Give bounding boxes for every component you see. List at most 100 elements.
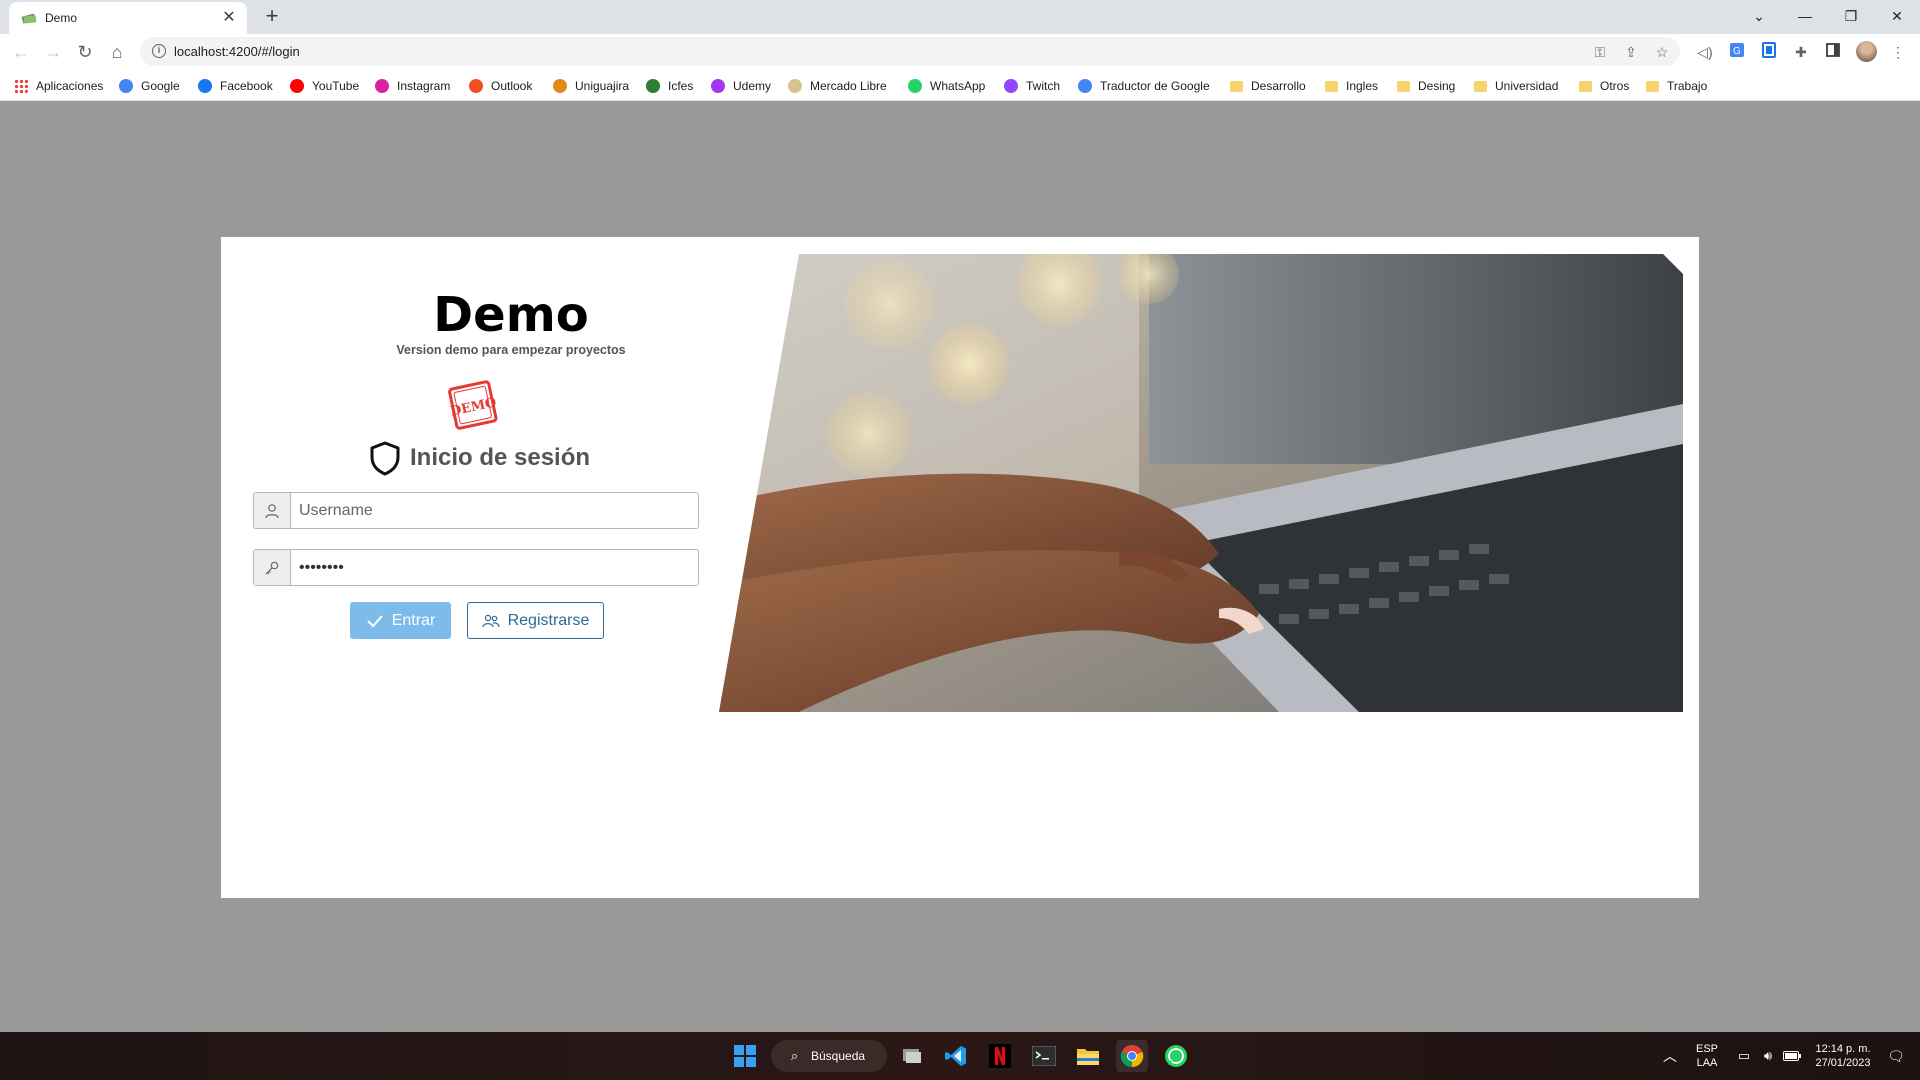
menu-kebab-icon[interactable]: ⋮ <box>1888 42 1908 62</box>
icfes-icon <box>646 79 660 93</box>
bookmark-youtube[interactable]: YouTube <box>290 77 359 95</box>
whatsapp-taskbar-icon[interactable] <box>1160 1040 1192 1072</box>
app-title: Demo <box>433 287 589 343</box>
demo-stamp-logo: DEMO <box>448 380 498 430</box>
shield-icon <box>370 441 400 476</box>
share-icon[interactable]: ⇪ <box>1621 42 1641 62</box>
tab-demo[interactable]: Demo ✕ <box>9 2 247 34</box>
restore-button[interactable]: ❐ <box>1836 4 1866 28</box>
register-button[interactable]: Registrarse <box>467 602 604 639</box>
tab-strip: Demo ✕ + ⌄ — ❐ ✕ <box>0 0 1920 34</box>
bookmark-mercado-libre[interactable]: Mercado Libre <box>788 77 887 95</box>
bookmark-twitch[interactable]: Twitch <box>1004 77 1060 95</box>
home-button[interactable]: ⌂ <box>104 39 130 65</box>
language-indicator[interactable]: ESP LAA <box>1692 1042 1722 1070</box>
login-heading: Inicio de sesión <box>368 440 590 476</box>
bookmark-udemy[interactable]: Udemy <box>711 77 771 95</box>
bookmark-desing[interactable]: Desing <box>1397 77 1455 95</box>
reader-extension-icon[interactable] <box>1759 42 1779 62</box>
bookmark-ingles[interactable]: Ingles <box>1325 77 1378 95</box>
tab-search-chevron-icon[interactable]: ⌄ <box>1744 4 1774 28</box>
site-info-icon[interactable]: i <box>152 44 166 58</box>
bookmark-facebook[interactable]: Facebook <box>198 77 273 95</box>
bookmark-label: Desing <box>1418 79 1456 93</box>
chrome-icon[interactable] <box>1116 1040 1148 1072</box>
bookmark-label: Icfes <box>668 79 694 93</box>
bookmark-otros[interactable]: Otros <box>1579 77 1629 95</box>
clock-date: 27/01/2023 <box>1815 1057 1871 1069</box>
close-window-button[interactable]: ✕ <box>1882 4 1912 28</box>
bookmark-label: Uniguajira <box>575 79 630 93</box>
folder-icon <box>1397 80 1410 92</box>
side-panel-icon[interactable] <box>1823 42 1843 62</box>
bookmark-label: Aplicaciones <box>36 79 104 93</box>
clock-time: 12:14 p. m. <box>1815 1043 1871 1055</box>
folder-icon <box>1325 80 1338 92</box>
new-tab-button[interactable]: + <box>260 5 284 29</box>
clock[interactable]: 12:14 p. m. 27/01/2023 <box>1808 1042 1878 1070</box>
bookmark-universidad[interactable]: Universidad <box>1474 77 1558 95</box>
profile-avatar[interactable] <box>1856 41 1877 62</box>
youtube-icon <box>290 79 304 93</box>
username-input-group <box>253 492 699 529</box>
read-aloud-icon[interactable]: ◁) <box>1695 42 1715 62</box>
bookmark-label: Trabajo <box>1667 79 1708 93</box>
url-text[interactable]: localhost:4200/#/login <box>174 44 300 59</box>
netflix-icon[interactable] <box>984 1040 1016 1072</box>
bookmark-desarrollo[interactable]: Desarrollo <box>1230 77 1306 95</box>
reload-button[interactable]: ↻ <box>72 39 98 65</box>
bookmark-trabajo[interactable]: Trabajo <box>1646 77 1707 95</box>
folder-icon <box>1230 80 1243 92</box>
hero-laptop-image <box>719 254 1683 712</box>
translate-icon <box>1078 79 1092 93</box>
users-icon <box>481 614 500 628</box>
terminal-icon[interactable] <box>1028 1040 1060 1072</box>
bookmark-aplicaciones[interactable]: Aplicaciones <box>14 77 103 95</box>
folder-icon <box>1579 80 1592 92</box>
address-bar[interactable]: i localhost:4200/#/login ⚿ ⇪ ☆ <box>140 37 1680 66</box>
bookmark-icfes[interactable]: Icfes <box>646 77 693 95</box>
key-icon[interactable]: ⚿ <box>1590 42 1610 62</box>
svg-text:G: G <box>1733 46 1741 57</box>
taskbar-search-label: Búsqueda <box>811 1049 866 1063</box>
battery-icon[interactable] <box>1776 1040 1808 1072</box>
login-button[interactable]: Entrar <box>350 602 451 639</box>
bookmarks-bar: Aplicaciones Google Facebook YouTube Instagr… <box>0 69 1920 101</box>
bookmark-traductor-de-google[interactable]: Traductor de Google <box>1078 77 1210 95</box>
minimize-button[interactable]: — <box>1790 4 1820 28</box>
taskbar-search[interactable]: ⌕ Búsqueda <box>771 1040 887 1072</box>
whatsapp-icon <box>908 79 922 93</box>
search-icon: ⌕ <box>791 1048 799 1063</box>
translate-extension-icon[interactable]: G <box>1727 42 1747 62</box>
password-input-group <box>253 549 699 586</box>
bookmark-label: Otros <box>1600 79 1630 93</box>
twitch-icon <box>1004 79 1018 93</box>
username-input[interactable] <box>291 493 698 528</box>
password-input[interactable] <box>291 550 698 585</box>
bookmark-outlook[interactable]: Outlook <box>469 77 532 95</box>
language-top: ESP <box>1695 1043 1718 1055</box>
show-hidden-icons-chevron[interactable]: ︿ <box>1654 1040 1686 1072</box>
bookmark-label: Ingles <box>1346 79 1379 93</box>
bookmark-label: YouTube <box>312 79 360 93</box>
task-view-icon[interactable] <box>896 1040 928 1072</box>
bookmark-label: Universidad <box>1495 79 1559 93</box>
windows-start-icon[interactable] <box>729 1040 761 1072</box>
file-explorer-icon[interactable] <box>1072 1040 1104 1072</box>
forward-button[interactable]: → <box>40 39 66 65</box>
bookmark-uniguajira[interactable]: Uniguajira <box>553 77 629 95</box>
bookmark-label: Twitch <box>1026 79 1061 93</box>
bookmark-star-icon[interactable]: ☆ <box>1652 42 1672 62</box>
notifications-icon[interactable]: 🗨︎ <box>1880 1040 1912 1072</box>
register-button-label: Registrarse <box>507 611 590 629</box>
bookmark-label: Outlook <box>491 79 533 93</box>
back-button[interactable]: ← <box>8 39 34 65</box>
microsoft-icon <box>469 79 483 93</box>
close-tab-icon[interactable]: ✕ <box>219 8 239 28</box>
vscode-icon[interactable] <box>940 1040 972 1072</box>
bookmark-whatsapp[interactable]: WhatsApp <box>908 77 985 95</box>
bookmark-google[interactable]: Google <box>119 77 180 95</box>
bookmark-label: Traductor de Google <box>1100 79 1210 93</box>
bookmark-instagram[interactable]: Instagram <box>375 77 450 95</box>
extensions-puzzle-icon[interactable]: ✚ <box>1791 42 1811 62</box>
